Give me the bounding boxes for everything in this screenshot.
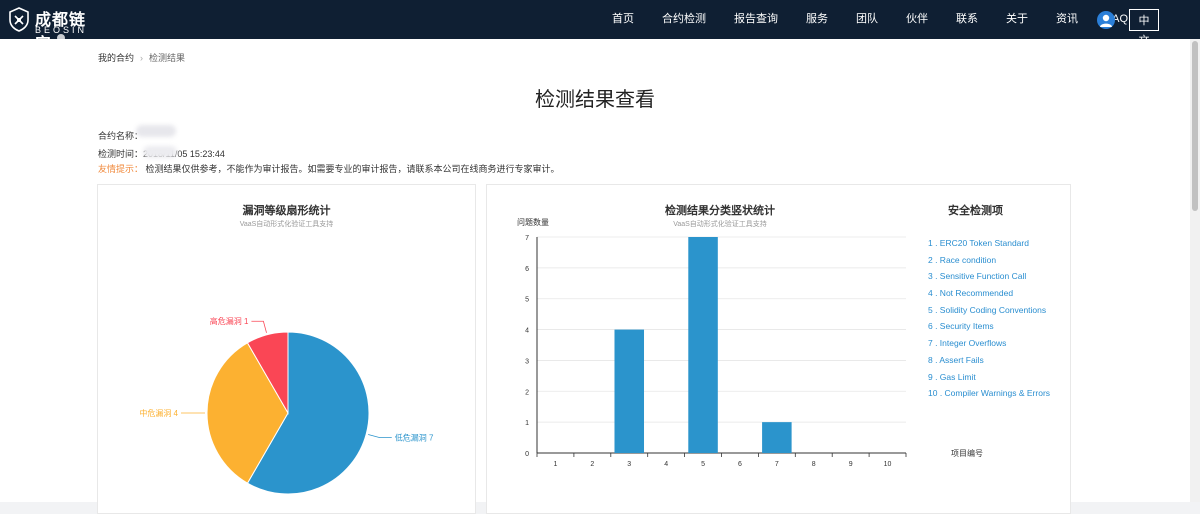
security-item[interactable]: 7 . Integer Overflows (928, 337, 1050, 354)
nav-item-about[interactable]: 关于 (992, 0, 1042, 39)
y-tick-label: 0 (525, 451, 529, 458)
x-tick-label: 8 (812, 461, 816, 468)
scrollbar-thumb[interactable] (1192, 41, 1198, 211)
pie-slice-label: 中危漏洞 4 (139, 408, 178, 418)
language-toggle-button[interactable]: 中文 (1129, 9, 1159, 47)
bar-chart-panel: 检测结果分类竖状统计 VaaS自动形式化验证工具支持 问题数量 0 1 2 3 4 5 6 7 1… (486, 184, 1071, 514)
y-tick-label: 5 (525, 297, 529, 304)
x-tick-label: 2 (590, 461, 594, 468)
pie-slice-label: 高危漏洞 1 (210, 316, 249, 326)
shield-logo-icon (9, 7, 29, 32)
x-tick-label: 4 (664, 461, 668, 468)
tip-text: 检测结果仅供参考，不能作为审计报告。如需要专业的审计报告，请联系本公司在线商务进… (145, 164, 560, 174)
y-axis-label: 问题数量 (517, 217, 549, 227)
person-icon (1100, 14, 1112, 27)
top-navbar: 成都链安 BEOSIN 首页 合约检测 报告查询 服务 团队 伙伴 联系 关于 … (0, 0, 1200, 53)
contract-name-redacted (136, 125, 176, 137)
check-time-redacted (143, 146, 177, 158)
breadcrumb-separator: › (140, 53, 144, 63)
y-tick-label: 6 (525, 266, 529, 273)
nav-item-contract-check[interactable]: 合约检测 (648, 0, 720, 39)
breadcrumb-current: 检测结果 (149, 53, 186, 63)
brand-logo[interactable]: 成都链安 BEOSIN (8, 4, 98, 53)
security-item[interactable]: 6 . Security Items (928, 320, 1050, 337)
bar[interactable] (614, 329, 645, 453)
nav-item-partners[interactable]: 伙伴 (892, 0, 942, 39)
x-tick-label: 10 (884, 461, 892, 468)
bar[interactable] (688, 237, 718, 453)
x-tick-label: 7 (775, 461, 779, 468)
x-tick-label: 6 (738, 461, 742, 468)
check-time-label: 检测时间： (98, 149, 144, 159)
security-item[interactable]: 10 . Compiler Warnings & Errors (928, 387, 1050, 404)
breadcrumb: 我的合约 › 检测结果 (98, 51, 185, 64)
pie-slice-label: 低危漏洞 7 (395, 433, 434, 443)
y-tick-label: 4 (525, 328, 529, 335)
x-tick-label: 1 (553, 461, 557, 468)
user-avatar-icon[interactable] (1097, 11, 1115, 29)
page-content: 我的合约 › 检测结果 检测结果查看 合约名称： 检测时间：2018/11/05 1… (0, 39, 1190, 514)
page-title: 检测结果查看 (535, 89, 655, 111)
nav-item-report-query[interactable]: 报告查询 (720, 0, 792, 39)
security-item[interactable]: 4 . Not Recommended (928, 287, 1050, 304)
tip-row: 友情提示： 检测结果仅供参考，不能作为审计报告。如需要专业的审计报告，请联系本公… (98, 162, 560, 175)
main-menu: 首页 合约检测 报告查询 服务 团队 伙伴 联系 关于 资讯 FAQ (598, 0, 1142, 39)
tip-label: 友情提示： (98, 164, 144, 174)
y-tick-label: 3 (525, 358, 529, 365)
bar[interactable] (762, 422, 792, 453)
nav-item-news[interactable]: 资讯 (1042, 0, 1092, 39)
security-item[interactable]: 9 . Gas Limit (928, 371, 1050, 388)
security-items-list: 1 . ERC20 Token Standard 2 . Race condit… (928, 237, 1050, 404)
security-item[interactable]: 8 . Assert Fails (928, 354, 1050, 371)
pie-chart-panel: 漏洞等级扇形统计 VaaS自动形式化验证工具支持 低危漏洞 7 中危漏洞 4 高危漏… (97, 184, 476, 514)
vertical-scrollbar[interactable] (1190, 39, 1200, 502)
nav-item-team[interactable]: 团队 (842, 0, 892, 39)
nav-item-contact[interactable]: 联系 (942, 0, 992, 39)
pie-leader-line (368, 434, 392, 438)
y-tick-label: 1 (525, 420, 529, 427)
nav-item-services[interactable]: 服务 (792, 0, 842, 39)
breadcrumb-my-contracts[interactable]: 我的合约 (98, 53, 134, 63)
x-tick-label: 9 (849, 461, 853, 468)
pie-leader-line (251, 320, 267, 333)
x-axis-label: 项目编号 (951, 448, 983, 458)
security-item[interactable]: 2 . Race condition (928, 254, 1050, 271)
security-items-title: 安全检测项 (948, 205, 1003, 217)
x-tick-label: 3 (627, 461, 631, 468)
y-tick-label: 2 (525, 389, 529, 396)
nav-item-home[interactable]: 首页 (598, 0, 648, 39)
pie-chart: 低危漏洞 7 中危漏洞 4 高危漏洞 1 (139, 316, 434, 495)
security-item[interactable]: 5 . Solidity Coding Conventions (928, 304, 1050, 321)
x-tick-label: 5 (701, 461, 705, 468)
y-tick-label: 7 (525, 235, 529, 242)
security-item[interactable]: 1 . ERC20 Token Standard (928, 237, 1050, 254)
security-item[interactable]: 3 . Sensitive Function Call (928, 270, 1050, 287)
